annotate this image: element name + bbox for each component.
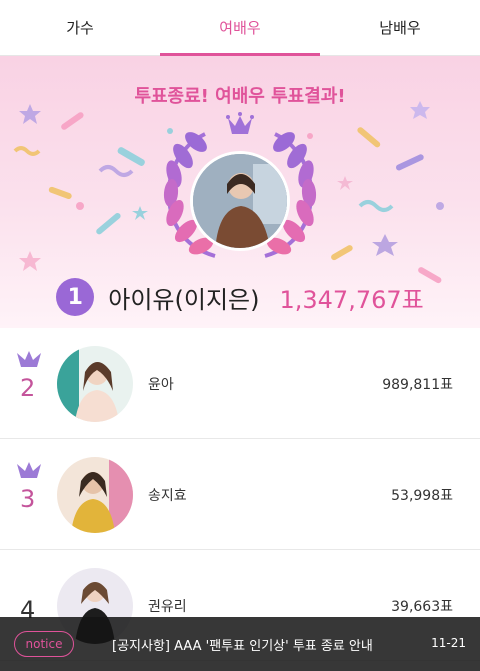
notice-date: 11-21 [431,636,466,650]
vote-count: 39,663표 [391,599,453,615]
winner-votes: 1,347,767표 [279,285,424,314]
ranking-row-2[interactable]: 2 윤아 989,811표 [0,328,480,439]
tab-actress[interactable]: 여배우 [160,0,320,56]
actress-name: 송지효 [148,488,187,504]
ranking-row-3[interactable]: 3 송지효 53,998표 [0,439,480,550]
rank-number: 2 [20,374,36,402]
actress-name: 윤아 [148,377,174,393]
notice-badge[interactable]: notice [14,631,74,657]
category-tabs: 가수 여배우 남배우 [0,0,480,56]
ranking-list: 2 윤아 989,811표 3 송지효 53,998표 4 권유리 39,663… [0,328,480,661]
winner-summary: 1 아이유(이지은) 1,347,767표 [0,278,480,316]
rank-number: 3 [20,485,36,513]
crown-icon [17,462,41,478]
avatar[interactable] [57,457,133,533]
actress-name: 권유리 [148,599,187,615]
winner-name: 아이유(이지은) [108,285,260,314]
tab-actor[interactable]: 남배우 [320,0,480,55]
winner-photo[interactable] [190,151,290,251]
rank-badge: 1 [56,278,95,316]
crown-icon [17,351,41,367]
vote-count: 989,811표 [382,377,453,393]
crown-icon [226,112,254,134]
winner-banner: 투표종료! 여배우 투표결과! 1 아이유(이지은) 1,347,767표 [0,56,480,328]
avatar[interactable] [57,346,133,422]
vote-count: 53,998표 [391,488,453,504]
notice-text[interactable]: [공지사항] AAA '팬투표 인기상' 투표 종료 안내 [112,635,373,654]
notice-bar[interactable]: notice [공지사항] AAA '팬투표 인기상' 투표 종료 안내 11-… [0,617,480,671]
tab-singer[interactable]: 가수 [0,0,160,55]
result-title: 투표종료! 여배우 투표결과! [134,86,346,107]
